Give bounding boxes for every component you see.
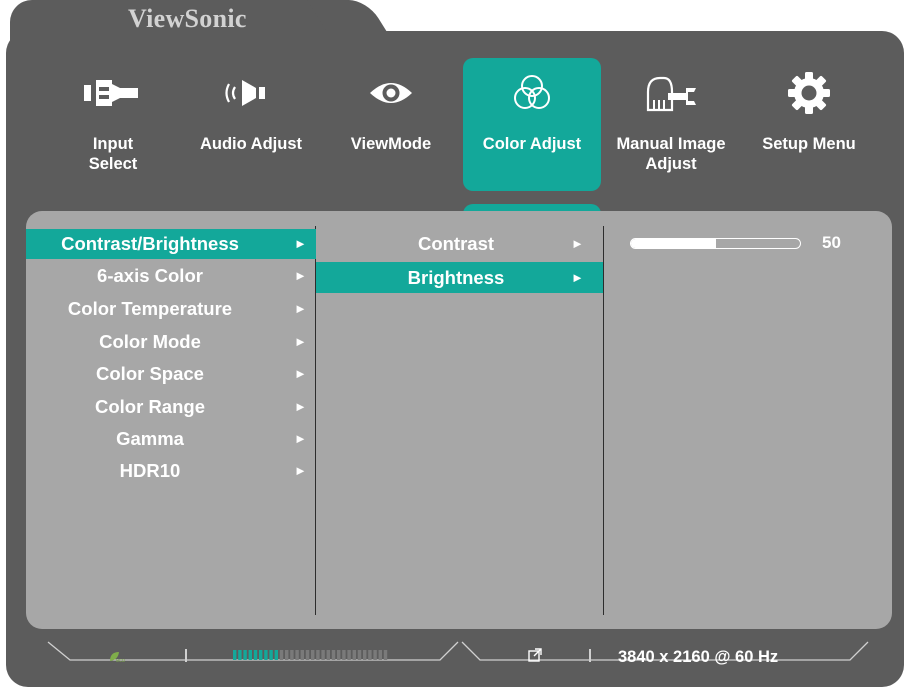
submenu-item-contrast[interactable]: Contrast ►: [316, 228, 603, 259]
eye-icon: [322, 70, 460, 116]
level-segment: [233, 650, 237, 660]
arrow-right-icon: ►: [571, 236, 584, 251]
level-segment: [337, 650, 341, 660]
hand-wrench-icon: [602, 70, 740, 116]
eco-leaf-icon: eco: [108, 649, 126, 668]
level-segment: [259, 650, 263, 660]
menu-content: Contrast/Brightness ► 6-axis Color ► Col…: [26, 211, 892, 629]
level-segment: [368, 650, 372, 660]
tab-label: Audio Adjust: [199, 135, 303, 153]
level-segment: [378, 650, 382, 660]
brightness-value: 50: [822, 233, 841, 252]
menu-item-gamma[interactable]: Gamma ►: [26, 424, 316, 454]
tab-setup-menu[interactable]: Setup Menu: [740, 58, 878, 191]
level-segment: [347, 650, 351, 660]
level-segment: [274, 650, 278, 660]
level-segment: [238, 650, 242, 660]
tab-label: Manual Image Adjust: [616, 135, 726, 173]
level-segment: [300, 650, 304, 660]
arrow-right-icon: ►: [294, 431, 307, 446]
svg-text:eco: eco: [116, 658, 125, 663]
tab-manual-image-adjust[interactable]: Manual Image Adjust: [602, 58, 740, 191]
input-select-icon: [44, 70, 182, 116]
arrow-right-icon: ►: [294, 301, 307, 316]
level-segment: [342, 650, 346, 660]
arrow-right-icon: ►: [294, 268, 307, 283]
speaker-icon: [182, 70, 320, 116]
color-circles-icon: [463, 70, 601, 116]
tab-label: Input Select: [88, 135, 138, 173]
menu-item-color-space[interactable]: Color Space ►: [26, 359, 316, 389]
level-segment: [321, 650, 325, 660]
status-separator: [589, 649, 591, 662]
menu-item-6-axis-color[interactable]: 6-axis Color ►: [26, 261, 316, 291]
level-segment: [285, 650, 289, 660]
level-segment: [373, 650, 377, 660]
level-segment: [248, 650, 252, 660]
level-segment: [316, 650, 320, 660]
level-segment: [290, 650, 294, 660]
menu-item-contrast-brightness[interactable]: Contrast/Brightness ►: [26, 229, 316, 259]
arrow-right-icon: ►: [571, 270, 584, 285]
menu-item-color-mode[interactable]: Color Mode ►: [26, 327, 316, 357]
arrow-right-icon: ►: [294, 366, 307, 381]
menu-item-color-temperature[interactable]: Color Temperature ►: [26, 294, 316, 324]
brightness-slider[interactable]: [630, 238, 801, 249]
arrow-right-icon: ►: [294, 334, 307, 349]
level-segment: [253, 650, 258, 660]
monitor-osd: ViewSonic Input Select Audio Adjust View…: [0, 0, 904, 689]
level-segment: [279, 650, 284, 660]
submenu-item-brightness[interactable]: Brightness ►: [316, 262, 603, 293]
brand-logo: ViewSonic: [128, 4, 247, 33]
level-segment: [264, 650, 268, 660]
level-segment: [269, 650, 273, 660]
level-segment: [305, 650, 310, 660]
slider-fill: [631, 239, 716, 248]
level-segment: [326, 650, 330, 660]
menu-item-hdr10[interactable]: HDR10 ►: [26, 456, 316, 486]
tab-label: Color Adjust: [482, 135, 582, 153]
resolution-text: 3840 x 2160 @ 60 Hz: [618, 648, 779, 666]
tab-label: Setup Menu: [762, 135, 856, 153]
level-segment: [331, 650, 336, 660]
level-meter: [233, 650, 388, 660]
arrow-right-icon: ►: [294, 236, 307, 251]
arrow-right-icon: ►: [294, 399, 307, 414]
level-segment: [311, 650, 315, 660]
tab-viewmode[interactable]: ViewMode: [322, 58, 460, 191]
tab-color-adjust[interactable]: Color Adjust: [463, 58, 601, 191]
external-link-icon: [527, 647, 543, 668]
level-segment: [295, 650, 299, 660]
arrow-right-icon: ►: [294, 463, 307, 478]
column-divider: [603, 226, 604, 615]
menu-item-color-range[interactable]: Color Range ►: [26, 392, 316, 422]
gear-icon: [740, 70, 878, 116]
tab-label: ViewMode: [350, 135, 432, 153]
level-segment: [243, 650, 247, 660]
level-segment: [352, 650, 356, 660]
level-segment: [383, 650, 388, 660]
level-segment: [357, 650, 362, 660]
status-separator: [185, 649, 187, 662]
tab-audio-adjust[interactable]: Audio Adjust: [182, 58, 320, 191]
level-segment: [363, 650, 367, 660]
tab-input-select[interactable]: Input Select: [44, 58, 182, 191]
